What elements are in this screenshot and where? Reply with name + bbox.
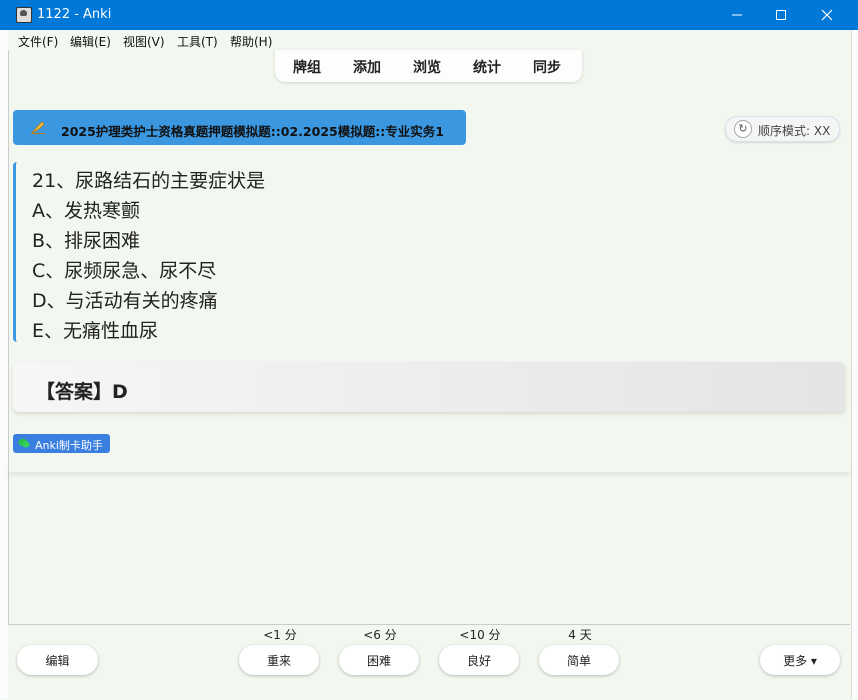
option-b: B、排尿困难 (32, 230, 141, 252)
nav-add[interactable]: 添加 (353, 57, 381, 77)
writing-hand-icon (31, 121, 45, 134)
nav-stats[interactable]: 统计 (473, 57, 501, 77)
question-card: 21、尿路结石的主要症状是 A、发热寒颤 B、排尿困难 C、尿频尿急、尿不尽 D… (13, 162, 436, 342)
window-right-border (851, 30, 858, 699)
more-button[interactable]: 更多 ▾ (760, 645, 840, 675)
maximize-icon (776, 10, 786, 20)
menu-file[interactable]: 文件(F) (18, 33, 58, 50)
option-d: D、与活动有关的疼痛 (32, 290, 218, 312)
easy-button[interactable]: 简单 (539, 645, 619, 675)
deck-path: 2025护理类护士资格真题押题模拟题::02.2025模拟题::专业实务1 (61, 124, 444, 139)
window-left-border (0, 30, 9, 699)
menu-help[interactable]: 帮助(H) (230, 33, 272, 50)
tag-chip[interactable]: Anki制卡助手 (13, 434, 110, 453)
hard-button[interactable]: 困难 (339, 645, 419, 675)
close-button[interactable] (804, 0, 850, 30)
deck-header: 2025护理类护士资格真题押题模拟题::02.2025模拟题::专业实务1 (13, 110, 466, 145)
window-title: 1122 - Anki (37, 7, 112, 22)
maximize-button[interactable] (758, 0, 804, 30)
nav-decks[interactable]: 牌组 (293, 57, 321, 77)
interval-again: <1 分 (263, 628, 297, 642)
nav-sync[interactable]: 同步 (533, 57, 561, 77)
interval-easy: 4 天 (568, 628, 592, 642)
review-bottom-bar (8, 624, 850, 700)
answer-text: 【答案】D (36, 381, 128, 403)
refresh-icon: ↻ (734, 120, 752, 138)
menu-view[interactable]: 视图(V) (123, 33, 165, 50)
option-a: A、发热寒颤 (32, 200, 140, 222)
answer-box: 【答案】D (13, 362, 845, 412)
interval-hard: <6 分 (363, 628, 397, 642)
card-bottom-edge (8, 466, 850, 472)
order-mode-toggle[interactable]: ↻ 顺序模式: XX (725, 116, 840, 142)
minimize-button[interactable] (714, 0, 760, 30)
question-stem: 21、尿路结石的主要症状是 (32, 170, 266, 192)
good-button[interactable]: 良好 (439, 645, 519, 675)
menu-bar: 文件(F) 编辑(E) 视图(V) 工具(T) 帮助(H) (8, 30, 850, 50)
minimize-icon (732, 14, 742, 16)
menu-edit[interactable]: 编辑(E) (70, 33, 111, 50)
top-toolbar: 牌组 添加 浏览 统计 同步 (275, 50, 582, 82)
order-mode-label: 顺序模式: XX (758, 124, 831, 138)
anki-app-icon (16, 7, 32, 23)
window-titlebar: 1122 - Anki (0, 0, 858, 30)
option-e: E、无痛性血尿 (32, 320, 159, 342)
option-c: C、尿频尿急、尿不尽 (32, 260, 217, 282)
interval-good: <10 分 (459, 628, 501, 642)
close-icon (821, 9, 833, 21)
wechat-icon (18, 438, 30, 448)
again-button[interactable]: 重来 (239, 645, 319, 675)
nav-browse[interactable]: 浏览 (413, 57, 441, 77)
edit-button[interactable]: 编辑 (17, 645, 98, 675)
tag-label: Anki制卡助手 (35, 439, 103, 452)
menu-tools[interactable]: 工具(T) (177, 33, 218, 50)
